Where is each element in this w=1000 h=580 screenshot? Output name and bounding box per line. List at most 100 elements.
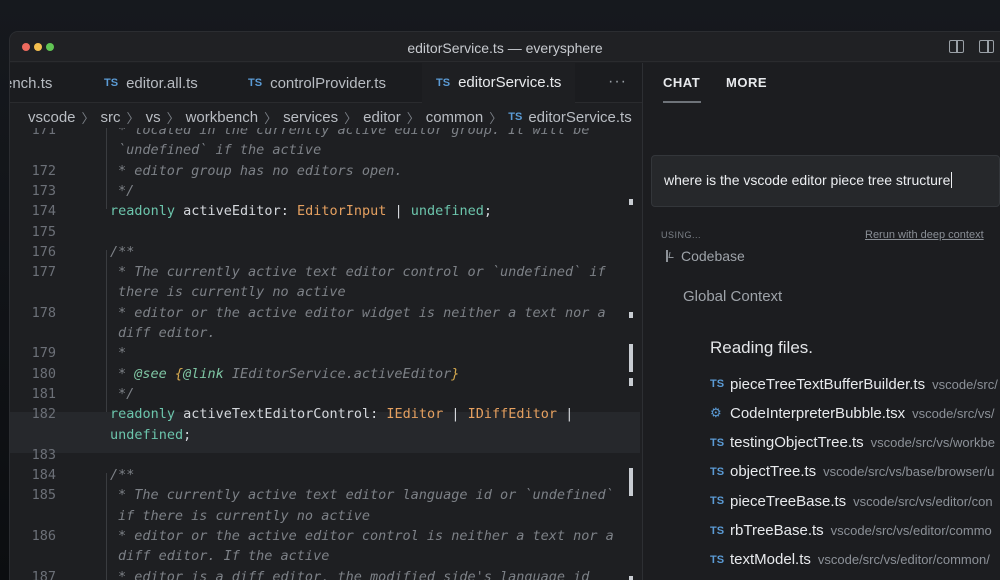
line-number: 173 <box>31 182 56 199</box>
code-line: 174 readonly activeEditor: EditorInput | … <box>10 201 642 221</box>
toggle-secondary-sidebar-icon[interactable] <box>949 40 964 53</box>
code-line: 178 * editor or the active editor widget … <box>10 303 642 323</box>
breadcrumb-item[interactable]: services <box>283 109 338 126</box>
gear-icon: ⚙ <box>710 405 722 421</box>
code-text: * @see {@link IEditorService.activeEdito… <box>118 364 459 384</box>
scrollbar-marker <box>629 199 633 205</box>
line-number: 172 <box>31 162 56 179</box>
code-line: 173 */ <box>10 181 642 201</box>
code-text: there is currently no active <box>118 284 346 301</box>
line-number: 175 <box>31 223 56 240</box>
tab-label: controlProvider.ts <box>270 74 386 92</box>
code-line: 187 * editor is a diff editor, the modifi… <box>10 567 642 580</box>
code-line: `undefined` if the active <box>10 140 642 160</box>
tab-label: editor.all.ts <box>126 74 198 92</box>
code-text: diff editor. <box>118 325 216 341</box>
file-list-item[interactable]: TS testingObjectTree.ts vscode/src/vs/work… <box>710 432 995 454</box>
code-token: | <box>386 203 411 220</box>
typescript-file-icon: TS <box>710 378 725 390</box>
active-tab-indicator <box>663 101 701 103</box>
file-path: vscode/src/vs/editor/con <box>853 493 993 509</box>
chevron-right-icon: 〉 <box>126 110 140 126</box>
tab-control-provider-ts[interactable]: TS controlProvider.ts <box>248 63 386 103</box>
scrollbar-marker <box>629 344 633 372</box>
tab-bench-ts[interactable]: ench.ts <box>10 63 52 103</box>
breadcrumb-item[interactable]: editor <box>363 109 401 126</box>
file-path: vscode/src/vs/ <box>912 405 995 421</box>
code-text: * The currently active text editor langu… <box>118 487 614 504</box>
more-actions-icon[interactable]: ··· <box>608 73 627 91</box>
code-line: 175 <box>10 222 642 242</box>
reading-files-heading: Reading files. <box>710 338 814 357</box>
code-line: diff editor. <box>10 323 642 343</box>
global-context-item[interactable]: Global Context <box>683 288 782 305</box>
code-line: there is currently no active <box>10 282 642 302</box>
editor-tab-bar: ench.ts TS editor.all.ts TS controlProvi… <box>10 63 642 103</box>
code-token: EditorInput <box>296 203 387 220</box>
code-token: | <box>557 406 574 423</box>
typescript-file-icon: TS <box>710 524 725 537</box>
line-number: 187 <box>31 568 56 580</box>
code-token: undefined <box>410 203 484 220</box>
breadcrumb-item[interactable]: workbench <box>186 109 259 126</box>
code-line: 182 readonly activeTextEditorControl: IEd… <box>10 404 642 424</box>
code-text: */ <box>118 385 135 402</box>
tab-editor-all-ts[interactable]: TS editor.all.ts <box>104 63 198 103</box>
file-list-item[interactable]: ⚙ CodeInterpreterBubble.tsx vscode/src/vs/ <box>710 402 994 424</box>
codebase-label: Codebase <box>681 248 745 264</box>
file-name: objectTree.ts <box>730 463 817 481</box>
line-number: 183 <box>31 446 56 463</box>
file-name: textModel.ts <box>730 551 811 569</box>
breadcrumb-item[interactable]: vs <box>146 109 161 126</box>
code-token: | <box>443 406 468 423</box>
file-list-item[interactable]: TS rbTreeBase.ts vscode/src/vs/editor/comm… <box>710 520 992 542</box>
chevron-right-icon: 〉 <box>166 110 180 126</box>
code-text: * editor is a diff editor, the modified … <box>118 568 590 580</box>
toggle-panel-layout-icon[interactable] <box>979 40 994 53</box>
typescript-file-icon: TS <box>710 553 725 566</box>
tab-chat[interactable]: CHAT <box>663 75 700 90</box>
line-number: 184 <box>31 467 56 484</box>
code-text: * <box>118 345 127 362</box>
file-list-item[interactable]: TS pieceTreeBase.ts vscode/src/vs/editor/c… <box>710 490 993 512</box>
code-text: /** <box>110 243 135 260</box>
file-name: rbTreeBase.ts <box>730 522 824 539</box>
file-list-item[interactable]: TS pieceTreeTextBufferBuilder.ts vscode/sr… <box>710 373 998 395</box>
breadcrumb: vscode 〉 src 〉 vs 〉 workbench 〉 services 〉 ed… <box>28 106 632 128</box>
tab-more[interactable]: MORE <box>726 75 767 90</box>
window-title: editorService.ts — everysphere <box>407 40 603 56</box>
code-text: * editor group has no editors open. <box>118 162 403 179</box>
code-token: readonly <box>110 203 176 220</box>
code-token: @see <box>134 365 167 382</box>
code-editor[interactable]: 171 * located in the currently active edi… <box>10 128 642 580</box>
code-token: @link <box>183 365 224 382</box>
code-token: ; <box>183 426 192 443</box>
line-number: 179 <box>31 345 56 362</box>
typescript-file-icon: TS <box>710 495 725 508</box>
tab-editor-service-ts[interactable]: TS editorService.ts <box>422 63 576 103</box>
scrollbar-marker <box>629 576 633 580</box>
code-token: IEditorService.activeEditor <box>223 365 452 382</box>
code-token: readonly <box>110 406 176 423</box>
rerun-deep-context-link[interactable]: Rerun with deep context <box>865 229 984 241</box>
line-number: 180 <box>31 365 56 382</box>
file-list-item[interactable]: TS objectTree.ts vscode/src/vs/base/browse… <box>710 461 994 483</box>
code-text: * The currently active text editor contr… <box>118 264 606 281</box>
breadcrumb-item[interactable]: vscode <box>28 109 76 126</box>
file-list-item[interactable]: TS textModel.ts vscode/src/vs/editor/commo… <box>710 549 990 571</box>
file-path: vscode/src/ <box>932 376 998 392</box>
line-number: 171 <box>31 128 56 138</box>
code-token: undefined <box>110 426 184 443</box>
file-path: vscode/src/vs/editor/common/ <box>817 552 990 568</box>
breadcrumb-item[interactable]: editorService.ts <box>528 109 631 126</box>
breadcrumb-item[interactable]: common <box>426 109 484 126</box>
code-text: * editor or the active editor control is… <box>118 528 614 544</box>
code-token: activeTextEditorControl: <box>175 406 387 423</box>
file-path: vscode/src/vs/workbe <box>870 435 995 451</box>
code-token: ; <box>483 203 493 220</box>
codebase-context-item[interactable]: Codebase <box>665 248 745 264</box>
code-line: 172 * editor group has no editors open. <box>10 161 642 181</box>
branch-icon <box>665 250 674 262</box>
chat-input[interactable]: where is the vscode editor piece tree st… <box>651 155 1000 207</box>
breadcrumb-item[interactable]: src <box>101 109 121 126</box>
